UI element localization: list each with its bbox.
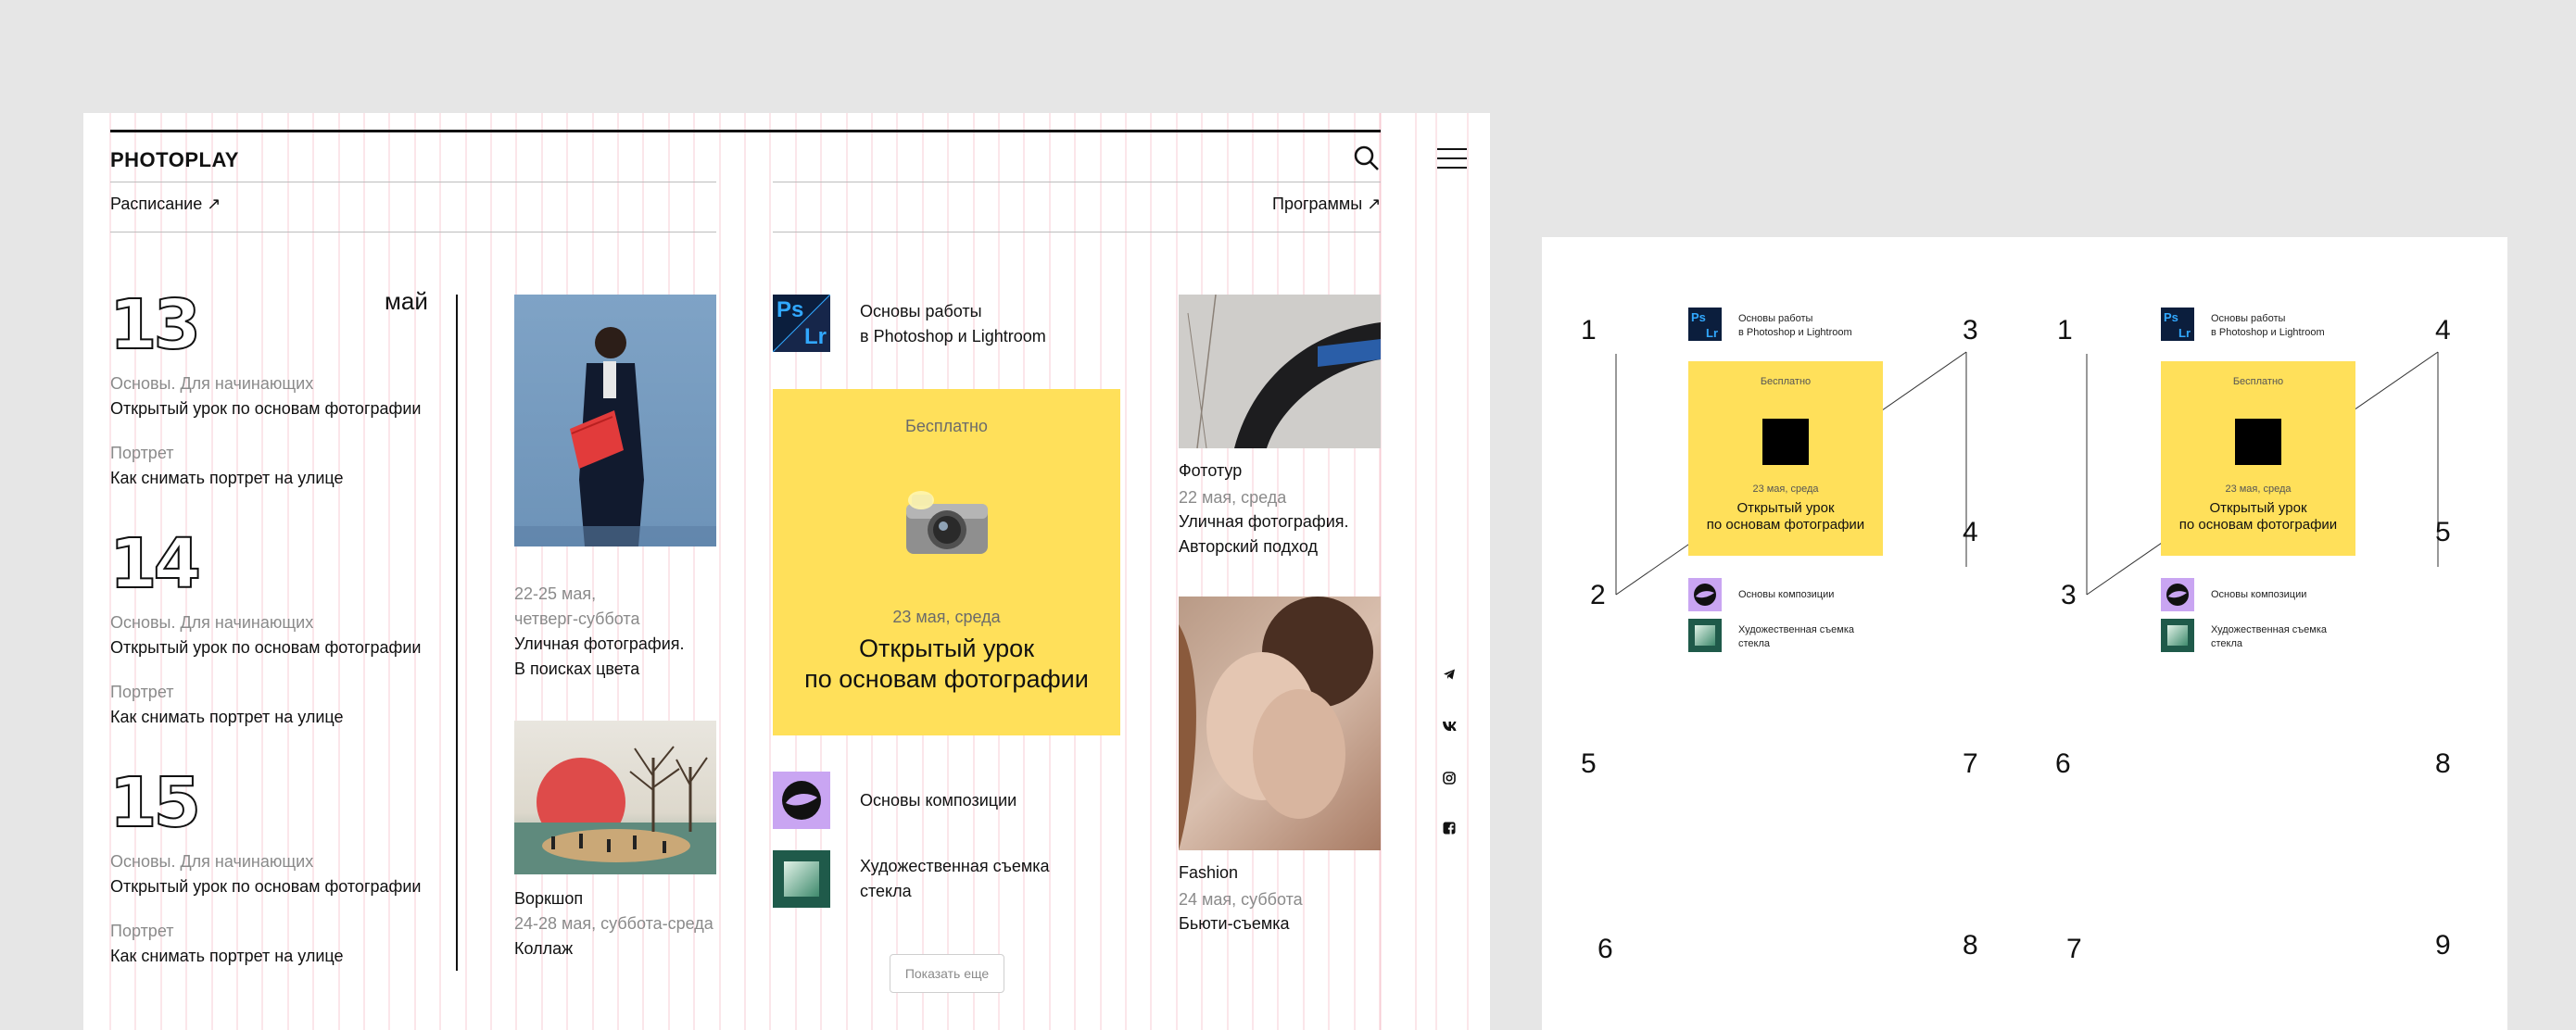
sketch-number: 8 — [1963, 930, 1978, 961]
event-type: Фототур — [1179, 461, 1243, 480]
schedule-link[interactable]: Расписание ↗ — [110, 195, 221, 214]
promo-card-open-lesson[interactable]: Бесплатно 23 мая, среда Открытый урок по… — [773, 389, 1120, 735]
sketch-program-title: Основы работы в Photoshop и Lightroom — [2211, 313, 2325, 338]
hamburger-menu-icon[interactable] — [1436, 146, 1468, 170]
sketch-number: 6 — [1597, 934, 1613, 964]
program-title-link[interactable]: Художественная съемка стекла — [860, 854, 1050, 904]
month-label: май — [385, 287, 428, 315]
sketch-program-title: Художественная съемка стекла — [2211, 624, 2328, 649]
instagram-icon[interactable] — [1442, 771, 1457, 785]
event-photo-architecture[interactable] — [1179, 295, 1381, 448]
event-photo-collage[interactable] — [514, 721, 716, 874]
sketch-program-title: Художественная съемка стекла — [1738, 624, 1855, 649]
sketch-image-placeholder — [2235, 419, 2281, 465]
sketch-number: 7 — [1963, 748, 1978, 779]
sketch-free-badge: Бесплатно — [2232, 376, 2284, 387]
sketch-number: 9 — [2435, 930, 2451, 961]
sketch-number: 7 — [2066, 934, 2082, 964]
composition-icon — [773, 772, 830, 829]
day-number: 14 — [108, 524, 202, 604]
show-more-button[interactable]: Показать еще — [890, 954, 1004, 993]
event-type: Fashion — [1179, 863, 1239, 882]
event-description-link[interactable]: Бьюти-съемка — [1179, 911, 1290, 936]
event-title-link[interactable]: Как снимать портрет на улице — [110, 469, 344, 488]
day-number: 15 — [108, 763, 202, 843]
sketch-promo-title: Открытый урок по основам фотографии — [1706, 500, 1865, 533]
event-description-link[interactable]: Уличная фотография. Авторский подход — [1179, 509, 1349, 559]
event-category: Основы. Для начинающих — [110, 374, 314, 393]
sketch-number: 4 — [2435, 315, 2451, 345]
search-icon[interactable] — [1353, 144, 1381, 172]
program-title-link[interactable]: Основы композиции — [860, 791, 1017, 810]
sketch-composition-icon — [1688, 578, 1722, 611]
event-category: Портрет — [110, 444, 174, 462]
programs-link[interactable]: Программы ↗ — [1272, 195, 1381, 214]
event-title-link[interactable]: Открытый урок по основам фотографии — [110, 638, 421, 658]
sketch-program-title: Основы композиции — [2211, 589, 2307, 600]
sketch-number: 8 — [2435, 748, 2451, 779]
reading-path-lines — [1615, 351, 2439, 596]
sketch-promo-date: 23 мая, среда — [1752, 484, 1819, 495]
event-description-link[interactable]: Уличная фотография. В поисках цвета — [514, 632, 685, 682]
event-date: 24-28 мая, суббота-среда — [514, 914, 713, 933]
promo-title: Открытый урок по основам фотографии — [804, 634, 1089, 693]
event-title-link[interactable]: Как снимать портрет на улице — [110, 947, 344, 966]
event-category: Портрет — [110, 922, 174, 940]
main-page-mockup: PHOTOPLAY Расписание ↗ Программы ↗ май 1… — [83, 113, 1490, 1030]
sketch-number: 1 — [2057, 315, 2073, 345]
event-photo-man-red-folder[interactable] — [514, 295, 716, 546]
sketch-number: 6 — [2055, 748, 2071, 779]
sketch-number: 3 — [2061, 580, 2077, 610]
free-badge: Бесплатно — [905, 417, 988, 435]
sketch-number: 5 — [2435, 517, 2451, 547]
event-title-link[interactable]: Открытый урок по основам фотографии — [110, 399, 421, 419]
schedule-vertical-divider — [456, 295, 458, 971]
svg-text:Ps: Ps — [2164, 310, 2178, 324]
event-title-link[interactable]: Открытый урок по основам фотографии — [110, 877, 421, 897]
camera-icon — [903, 491, 991, 558]
svg-text:Lr: Lr — [1706, 326, 1718, 340]
vk-icon[interactable] — [1442, 719, 1457, 734]
event-date: 22-25 мая, четверг-суббота — [514, 584, 640, 628]
sketch-image-placeholder — [1762, 419, 1809, 465]
sketch-number: 3 — [1963, 315, 1978, 345]
svg-text:Lr: Lr — [2178, 326, 2191, 340]
promo-date: 23 мая, среда — [892, 608, 1001, 626]
svg-text:Ps: Ps — [1691, 310, 1706, 324]
sketch-ps-icon: Ps Lr — [1688, 308, 1722, 341]
sketch-program-title: Основы композиции — [1738, 589, 1835, 600]
sketch-program-title: Основы работы в Photoshop и Lightroom — [1738, 313, 1852, 338]
event-type: Воркшоп — [514, 889, 584, 908]
sketch-glass-icon — [2161, 619, 2194, 652]
photoshop-lightroom-icon: Ps Lr — [772, 294, 831, 353]
sketch-ps-icon: Ps Lr — [2161, 308, 2194, 341]
event-date: 24 мая, суббота — [1179, 890, 1303, 909]
brand-logo[interactable]: PHOTOPLAY — [110, 148, 239, 172]
header-top-border — [110, 130, 1381, 132]
event-category: Основы. Для начинающих — [110, 613, 314, 632]
layout-sketch-card: 1 3 2 4 5 7 6 8 Ps Lr Основы работы в Pho… — [1542, 237, 2507, 1030]
day-number: 13 — [108, 285, 202, 365]
sketch-free-badge: Бесплатно — [1760, 376, 1812, 387]
sketch-glass-icon — [1688, 619, 1722, 652]
facebook-icon[interactable] — [1442, 821, 1457, 835]
glass-photography-icon — [773, 850, 830, 908]
event-date: 22 мая, среда — [1179, 488, 1287, 507]
sketch-composition-icon — [2161, 578, 2194, 611]
lr-label: Lr — [804, 324, 827, 349]
sketch-number: 4 — [1963, 517, 1978, 547]
sketch-number: 2 — [1590, 580, 1606, 610]
sketch-number: 5 — [1581, 748, 1597, 779]
event-photo-fashion[interactable] — [1179, 597, 1381, 850]
ps-label: Ps — [777, 297, 804, 322]
program-title-link[interactable]: Основы работы в Photoshop и Lightroom — [860, 299, 1046, 349]
event-description-link[interactable]: Коллаж — [514, 936, 573, 961]
event-category: Портрет — [110, 683, 174, 701]
sketch-number: 1 — [1581, 315, 1597, 345]
event-category: Основы. Для начинающих — [110, 852, 314, 871]
event-title-link[interactable]: Как снимать портрет на улице — [110, 708, 344, 727]
sketch-promo-title: Открытый урок по основам фотографии — [2178, 500, 2338, 533]
telegram-icon[interactable] — [1442, 667, 1457, 682]
sketch-promo-date: 23 мая, среда — [2225, 484, 2292, 495]
